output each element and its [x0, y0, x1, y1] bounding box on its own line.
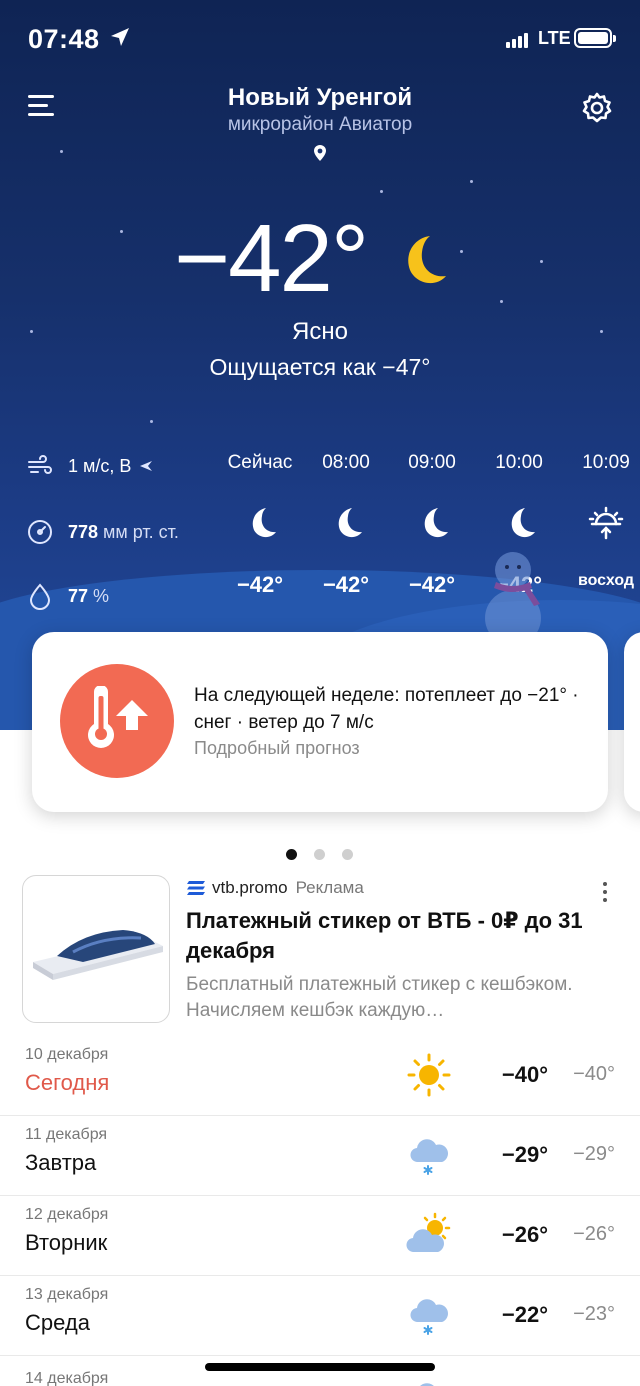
location-pin-icon: [314, 145, 326, 161]
thermometer-up-icon: [88, 686, 148, 748]
alert-message: На следующей неделе: потеплеет до −21° ·…: [194, 685, 579, 733]
star: [540, 260, 543, 263]
humidity-icon: [29, 583, 51, 610]
daily-row[interactable]: 14 декабря: [0, 1356, 640, 1386]
daily-row[interactable]: 12 декабря Вторник −26° −26°: [0, 1196, 640, 1276]
ad-source-name: vtb.promo: [212, 878, 288, 897]
day-date: 14 декабря: [25, 1370, 109, 1386]
detailed-forecast-link[interactable]: Подробный прогноз: [194, 738, 360, 759]
hour-label: 10:00: [495, 452, 543, 473]
day-temp-max: −22°: [501, 1302, 548, 1327]
cloud-snow-icon: [420, 1383, 434, 1386]
cloud-snow-icon: [410, 1139, 449, 1175]
day-temp-max: −26°: [501, 1222, 548, 1247]
ad-title[interactable]: Платежный стикер от ВТБ - 0₽ до 31 декаб…: [186, 906, 606, 966]
star: [470, 180, 473, 183]
star: [120, 230, 123, 233]
sunrise-icon: [588, 506, 624, 540]
signal-icon: [506, 30, 530, 48]
next-card-peek[interactable]: [624, 632, 640, 812]
weather-condition: Ясно: [292, 318, 348, 345]
star: [460, 250, 463, 253]
wind-value: 1 м/с, В: [68, 455, 132, 476]
snowman-illustration: [485, 552, 541, 640]
humidity-stat: 77 %: [26, 582, 109, 610]
pager-dot-active[interactable]: [286, 849, 297, 860]
pager-dot[interactable]: [342, 849, 353, 860]
daily-row[interactable]: 11 декабря Завтра −29° −29°: [0, 1116, 640, 1196]
pressure-stat: 778 мм рт. ст.: [26, 518, 179, 546]
day-temp-min: −26°: [573, 1223, 615, 1245]
moon-icon: [338, 508, 362, 538]
forecast-alert-card[interactable]: На следующей неделе: потеплеет до −21° ·…: [32, 632, 608, 812]
ad-source[interactable]: vtb.promo Реклама: [186, 878, 364, 898]
pager-dot[interactable]: [314, 849, 325, 860]
day-temp-max: −29°: [501, 1142, 548, 1167]
district-name[interactable]: микрорайон Авиатор: [0, 114, 640, 136]
hour-label: 08:00: [322, 452, 370, 473]
moon-icon: [511, 508, 535, 538]
ad-more-options-icon[interactable]: [596, 880, 614, 904]
hour-label: 10:09: [582, 452, 630, 473]
city-name[interactable]: Новый Уренгой: [0, 84, 640, 112]
ad-label: Реклама: [295, 878, 364, 897]
current-temperature: −42°: [174, 205, 369, 312]
ad-description[interactable]: Бесплатный платежный стикер с кешбэком. …: [186, 972, 606, 1024]
sun-icon: [407, 1053, 451, 1097]
day-temp-min: −40°: [573, 1063, 615, 1085]
moon-icon: [252, 508, 276, 538]
daily-row[interactable]: 10 декабря Сегодня −40° −40°: [0, 1036, 640, 1116]
hour-temp: восход: [577, 572, 635, 589]
humidity-value: 77: [68, 585, 89, 606]
day-date: 13 декабря: [25, 1286, 109, 1303]
sun-cloud-icon: [406, 1212, 451, 1253]
location-arrow-icon: [111, 28, 129, 46]
wind-direction-icon: [140, 461, 153, 471]
hour-label: Сейчас: [227, 452, 293, 473]
feels-like: Ощущается как −47°: [209, 354, 431, 380]
day-name: Среда: [25, 1310, 90, 1335]
star: [380, 190, 383, 193]
day-name: Завтра: [25, 1150, 97, 1175]
star: [500, 300, 503, 303]
wind-stat: 1 м/с, В: [26, 452, 153, 480]
ad-image[interactable]: [22, 875, 170, 1023]
status-time: 07:48: [28, 24, 100, 54]
status-bar: 07:48 LTE: [0, 0, 640, 76]
star: [60, 150, 63, 153]
hour-temp: −42°: [322, 572, 370, 597]
star: [150, 420, 153, 423]
day-temp-min: −23°: [573, 1303, 615, 1325]
battery-icon: [574, 28, 616, 48]
pressure-icon: [28, 520, 52, 544]
daily-row[interactable]: 13 декабря Среда −22° −23°: [0, 1276, 640, 1356]
vtb-logo-icon: [187, 881, 205, 895]
settings-gear-icon[interactable]: [580, 91, 614, 125]
day-temp-min: −29°: [573, 1143, 615, 1165]
hour-label: 09:00: [408, 452, 456, 473]
moon-icon: [424, 508, 448, 538]
day-date: 11 декабря: [25, 1126, 108, 1143]
alert-badge: [60, 664, 174, 778]
day-name: Вторник: [25, 1230, 108, 1255]
hour-temp: −42°: [236, 572, 284, 597]
day-temp-max: −40°: [501, 1062, 548, 1087]
pressure-unit: мм рт. ст.: [103, 521, 179, 542]
hour-temp: −42°: [408, 572, 456, 597]
home-indicator[interactable]: [205, 1363, 435, 1371]
day-date: 10 декабря: [25, 1046, 109, 1063]
carousel-pager[interactable]: [286, 849, 370, 860]
day-date: 12 декабря: [25, 1206, 109, 1223]
wind-icon: [28, 455, 52, 474]
day-name: Сегодня: [25, 1070, 110, 1095]
network-type: LTE: [538, 28, 571, 48]
pressure-value: 778: [68, 521, 99, 542]
humidity-unit: %: [93, 585, 110, 606]
cloud-snow-icon: [410, 1299, 449, 1335]
moon-icon: [408, 236, 446, 284]
